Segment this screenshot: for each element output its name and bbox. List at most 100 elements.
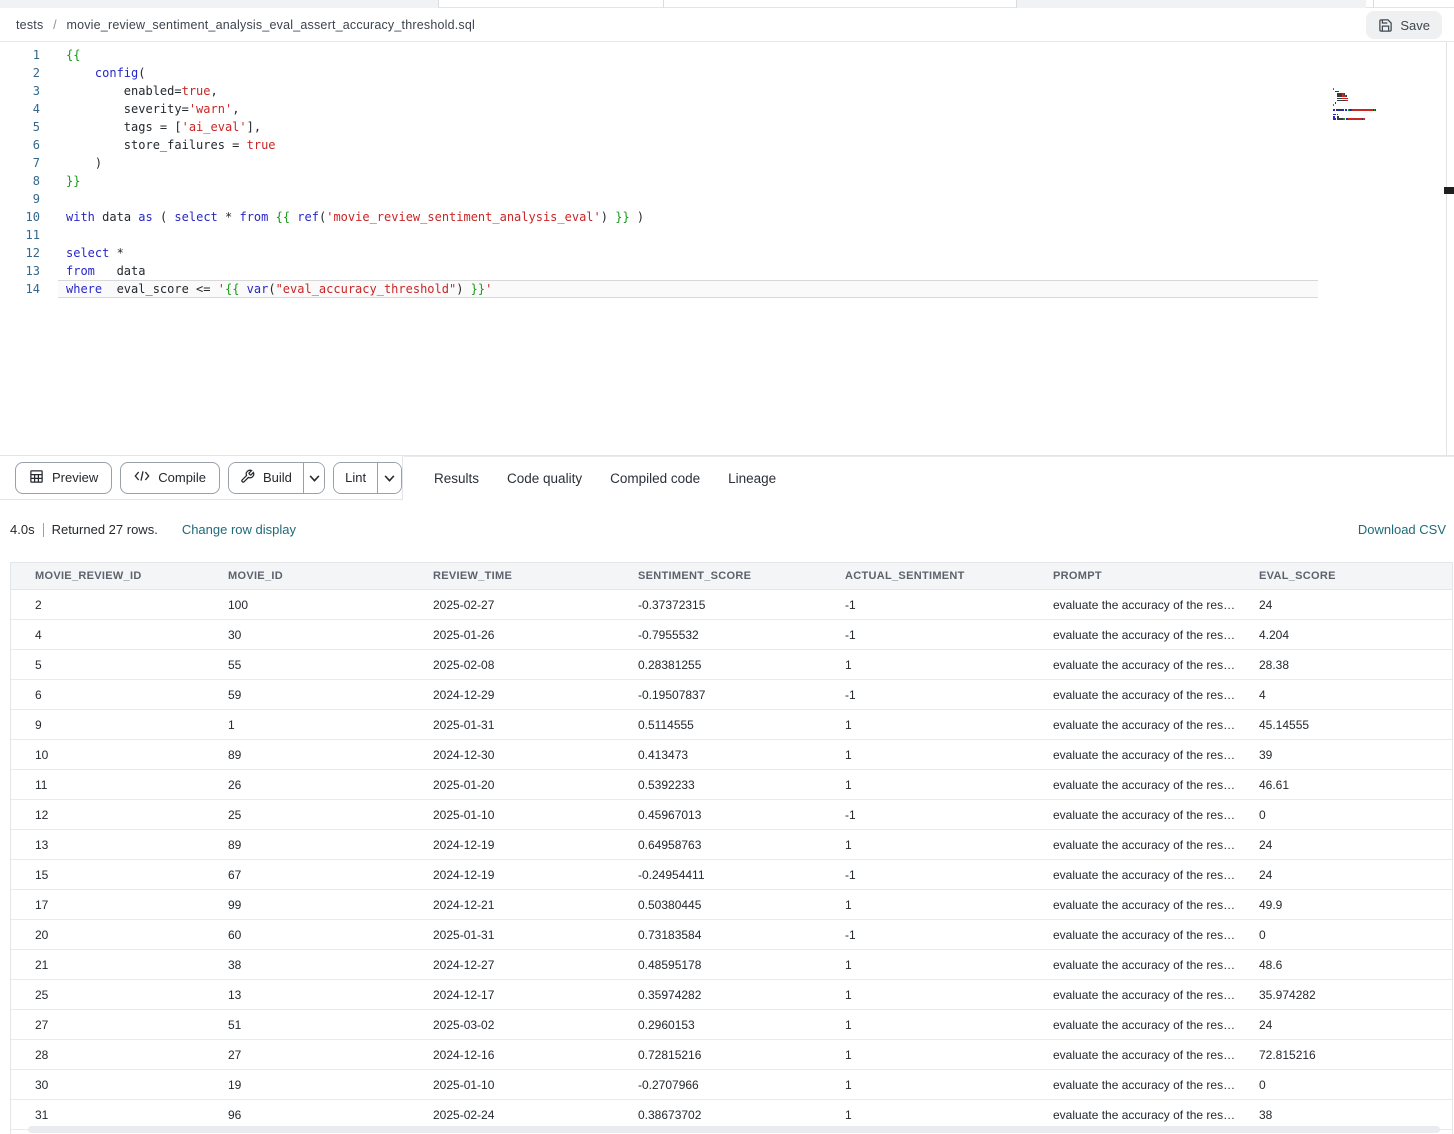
line-number: 4: [0, 100, 58, 118]
change-row-display-link[interactable]: Change row display: [182, 522, 296, 537]
table-cell: -1: [821, 808, 1029, 822]
prompt-cell: evaluate the accuracy of the res…>: [1029, 598, 1235, 612]
code-line[interactable]: 6 store_failures = true: [0, 136, 1454, 154]
table-cell: 0.73183584: [614, 928, 821, 942]
table-cell: 67: [204, 868, 409, 882]
tab-results[interactable]: Results: [420, 457, 493, 501]
table-cell: -0.19507837: [614, 688, 821, 702]
code-text: severity='warn',: [58, 100, 1454, 118]
line-number: 12: [0, 244, 58, 262]
code-line[interactable]: 8}}: [0, 172, 1454, 190]
save-button[interactable]: Save: [1366, 11, 1442, 39]
table-row: 11262025-01-200.53922331evaluate the acc…: [11, 770, 1452, 800]
table-cell: 2024-12-19: [409, 838, 614, 852]
tab-code-quality[interactable]: Code quality: [493, 457, 596, 501]
table-cell: 1: [821, 1078, 1029, 1092]
table-cell: 2025-01-10: [409, 808, 614, 822]
table-cell: -0.7955532: [614, 628, 821, 642]
tab-strip-divider: [438, 0, 439, 8]
code-line[interactable]: 2 config(: [0, 64, 1454, 82]
table-cell: 49.9: [1235, 898, 1452, 912]
code-line[interactable]: 5 tags = ['ai_eval'],: [0, 118, 1454, 136]
status-divider: [43, 523, 44, 537]
code-text: store_failures = true: [58, 136, 1454, 154]
table-cell: 2024-12-17: [409, 988, 614, 1002]
editor-scrollbar-track: [1446, 42, 1447, 455]
save-button-label: Save: [1400, 18, 1430, 33]
code-line[interactable]: 12select *: [0, 244, 1454, 262]
table-cell: 2025-01-31: [409, 928, 614, 942]
code-line[interactable]: 13from data: [0, 262, 1454, 280]
table-cell: 21: [11, 958, 204, 972]
column-header: PROMPT: [1029, 570, 1235, 582]
results-tabs: Results Code quality Compiled code Linea…: [404, 456, 1454, 500]
prompt-cell: evaluate the accuracy of the res…>: [1029, 778, 1235, 792]
table-cell: 1: [821, 1048, 1029, 1062]
editor-minimap[interactable]: [1333, 88, 1443, 258]
table-row: 17992024-12-210.503804451evaluate the ac…: [11, 890, 1452, 920]
build-button[interactable]: Build: [229, 463, 303, 493]
tab-strip-segment: [1016, 0, 1366, 8]
table-cell: 28: [11, 1048, 204, 1062]
sql-code-editor[interactable]: 1{{2 config(3 enabled=true,4 severity='w…: [0, 42, 1454, 456]
tab-compiled-code[interactable]: Compiled code: [596, 457, 714, 501]
table-cell: 2025-02-24: [409, 1108, 614, 1122]
code-text: ): [58, 154, 1454, 172]
lint-button[interactable]: Lint: [334, 463, 377, 493]
code-text: config(: [58, 64, 1454, 82]
table-row: 20602025-01-310.73183584-1evaluate the a…: [11, 920, 1452, 950]
table-cell: 1: [821, 1108, 1029, 1122]
table-cell: 20: [11, 928, 204, 942]
lint-dropdown-button[interactable]: [377, 463, 401, 493]
table-cell: 1: [821, 718, 1029, 732]
code-text: [58, 226, 1454, 244]
table-cell: 1: [204, 718, 409, 732]
table-cell: 2025-02-27: [409, 598, 614, 612]
table-row: 912025-01-310.51145551evaluate the accur…: [11, 710, 1452, 740]
column-header: MOVIE_REVIEW_ID: [11, 570, 204, 582]
query-elapsed-time: 4.0s: [10, 522, 35, 537]
table-cell: 0: [1235, 928, 1452, 942]
code-line[interactable]: 4 severity='warn',: [0, 100, 1454, 118]
preview-button[interactable]: Preview: [15, 462, 112, 494]
table-cell: 45.14555: [1235, 718, 1452, 732]
prompt-preview-text: evaluate the accuracy of the res…: [1053, 598, 1235, 612]
prompt-cell: evaluate the accuracy of the res…>: [1029, 718, 1235, 732]
table-cell: 0.5114555: [614, 718, 821, 732]
table-row: 27512025-03-020.29601531evaluate the acc…: [11, 1010, 1452, 1040]
minimap-line: [1333, 118, 1443, 120]
table-cell: 0.35974282: [614, 988, 821, 1002]
table-row: 10892024-12-300.4134731evaluate the accu…: [11, 740, 1452, 770]
horizontal-scrollbar[interactable]: [28, 1126, 1440, 1133]
table-cell: 10: [11, 748, 204, 762]
code-line[interactable]: 1{{: [0, 46, 1454, 64]
code-line[interactable]: 11: [0, 226, 1454, 244]
table-cell: 4: [11, 628, 204, 642]
code-line[interactable]: 7 ): [0, 154, 1454, 172]
code-text: }}: [58, 172, 1454, 190]
build-dropdown-button[interactable]: [303, 463, 324, 493]
table-cell: 89: [204, 838, 409, 852]
compile-button[interactable]: Compile: [120, 462, 220, 494]
table-cell: 38: [204, 958, 409, 972]
prompt-preview-text: evaluate the accuracy of the res…: [1053, 958, 1235, 972]
table-cell: -1: [821, 688, 1029, 702]
breadcrumb-folder[interactable]: tests: [16, 18, 43, 32]
download-csv-link[interactable]: Download CSV: [1358, 522, 1446, 537]
table-cell: 2025-01-31: [409, 718, 614, 732]
column-header: REVIEW_TIME: [409, 570, 614, 582]
table-cell: 15: [11, 868, 204, 882]
code-line[interactable]: 14where eval_score <= '{{ var("eval_accu…: [0, 280, 1454, 298]
code-line[interactable]: 9: [0, 190, 1454, 208]
code-line[interactable]: 3 enabled=true,: [0, 82, 1454, 100]
table-cell: 30: [11, 1078, 204, 1092]
column-header: MOVIE_ID: [204, 570, 409, 582]
tab-strip-segment: [0, 0, 438, 8]
tab-lineage[interactable]: Lineage: [714, 457, 790, 501]
results-table-header: MOVIE_REVIEW_IDMOVIE_IDREVIEW_TIMESENTIM…: [11, 562, 1452, 590]
prompt-preview-text: evaluate the accuracy of the res…: [1053, 778, 1235, 792]
results-table-body: 21002025-02-27-0.37372315-1evaluate the …: [11, 590, 1452, 1130]
editor-scrollbar-thumb[interactable]: [1444, 187, 1454, 194]
code-line[interactable]: 10with data as ( select * from {{ ref('m…: [0, 208, 1454, 226]
table-row: 21382024-12-270.485951781evaluate the ac…: [11, 950, 1452, 980]
